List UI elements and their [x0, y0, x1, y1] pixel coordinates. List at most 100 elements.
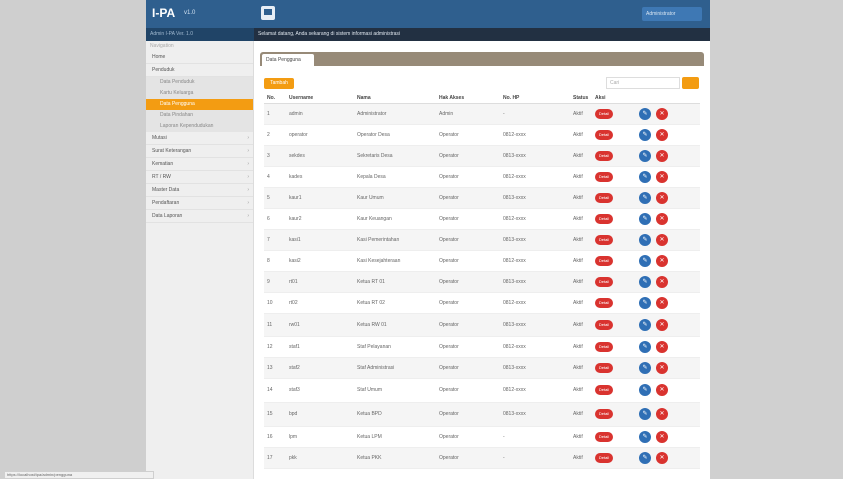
sidebar-item-home[interactable]: Home [146, 51, 253, 64]
delete-icon[interactable]: ✕ [656, 408, 668, 420]
tab-data-pengguna[interactable]: Data Pengguna [262, 54, 314, 66]
brand-title[interactable]: I-PA [152, 6, 175, 20]
delete-icon[interactable]: ✕ [656, 254, 668, 267]
delete-icon[interactable]: ✕ [656, 191, 668, 204]
sidebar-item-kematian[interactable]: Kematian › [146, 158, 253, 171]
edit-icon[interactable]: ✎ [639, 191, 651, 204]
search-input[interactable]: Cari [606, 77, 680, 89]
table-row[interactable]: 17 pkk Ketua PKK Operator - Aktif Detail ✎ ✕ [264, 447, 700, 469]
sidebar-item-rt-rw[interactable]: RT / RW › [146, 171, 253, 184]
sidebar-item-data-laporan[interactable]: Data Laporan › [146, 210, 253, 223]
delete-icon[interactable]: ✕ [656, 384, 668, 396]
table-row[interactable]: 12 staf1 Staf Pelayanan Operator 0812-xxxx Ak… [264, 336, 700, 358]
brand-bar[interactable]: I-PA v1.0 [146, 0, 254, 28]
user-menu-button[interactable]: Administrator [642, 7, 702, 21]
delete-icon[interactable]: ✕ [656, 430, 668, 443]
sidebar-item-penduduk[interactable]: Penduduk [146, 64, 253, 77]
delete-icon[interactable]: ✕ [656, 340, 668, 353]
delete-icon[interactable]: ✕ [656, 296, 668, 309]
cell-status: Aktif [570, 271, 592, 293]
detail-button[interactable]: Detail [595, 431, 613, 442]
sidebar-subitem-laporan-kependudukan[interactable]: Laporan Kependudukan [146, 121, 253, 132]
delete-icon[interactable]: ✕ [656, 212, 668, 225]
monitor-icon[interactable] [261, 6, 275, 20]
delete-icon[interactable]: ✕ [656, 128, 668, 141]
sidebar-item-mutasi[interactable]: Mutasi › [146, 132, 253, 145]
edit-icon[interactable]: ✎ [639, 361, 651, 374]
detail-button[interactable]: Detail [595, 192, 613, 203]
delete-icon[interactable]: ✕ [656, 107, 668, 120]
edit-icon[interactable]: ✎ [639, 384, 651, 396]
sidebar-subitem-kartu-keluarga[interactable]: Kartu Keluarga [146, 88, 253, 99]
detail-button[interactable]: Detail [595, 234, 613, 245]
edit-icon[interactable]: ✎ [639, 254, 651, 267]
panel-tabbar: Data Pengguna [260, 52, 704, 66]
table-row[interactable]: 13 staf2 Staf Administrasi Operator 0813-xxx… [264, 357, 700, 379]
column-header[interactable]: No. HP [500, 93, 570, 104]
column-header[interactable]: Aksi [592, 93, 700, 104]
table-row[interactable]: 4 kades Kepala Desa Operator 0812-xxxx Aktif D… [264, 166, 700, 188]
table-row[interactable]: 10 rt02 Ketua RT 02 Operator 0812-xxxx Aktif D… [264, 292, 700, 314]
edit-icon[interactable]: ✎ [639, 430, 651, 443]
table-row[interactable]: 1 admin Administrator Admin - Aktif Detail ✎ ✕ [264, 103, 700, 125]
table-row[interactable]: 9 rt01 Ketua RT 01 Operator 0813-xxxx Aktif De… [264, 271, 700, 293]
edit-icon[interactable]: ✎ [639, 318, 651, 331]
table-row[interactable]: 7 kasi1 Kasi Pemerintahan Operator 0813-xxxx… [264, 229, 700, 251]
users-table: No. Username Nama Hak Akses No. HP Status Aksi… [264, 93, 700, 469]
detail-button[interactable]: Detail [595, 319, 613, 330]
column-header[interactable]: Nama [354, 93, 436, 104]
delete-icon[interactable]: ✕ [656, 318, 668, 331]
search-button[interactable] [682, 77, 699, 89]
table-row[interactable]: 5 kaur1 Kaur Umum Operator 0813-xxxx Aktif Det… [264, 187, 700, 209]
sidebar-subitem-data-pengguna[interactable]: Data Pengguna [146, 99, 253, 110]
table-row[interactable]: 2 operator Operator Desa Operator 0812-xxxx A… [264, 124, 700, 146]
sidebar-item-pendaftaran[interactable]: Pendaftaran › [146, 197, 253, 210]
column-header[interactable]: Hak Akses [436, 93, 500, 104]
table-row[interactable]: 11 rw01 Ketua RW 01 Operator 0813-xxxx Aktif D… [264, 313, 700, 337]
delete-icon[interactable]: ✕ [656, 170, 668, 183]
edit-icon[interactable]: ✎ [639, 149, 651, 162]
table-row[interactable]: 3 sekdes Sekretaris Desa Operator 0813-xxxx A… [264, 145, 700, 167]
detail-button[interactable]: Detail [595, 171, 613, 182]
add-button[interactable]: Tambah [264, 78, 294, 89]
edit-icon[interactable]: ✎ [639, 128, 651, 141]
edit-icon[interactable]: ✎ [639, 275, 651, 288]
delete-icon[interactable]: ✕ [656, 361, 668, 374]
column-header[interactable]: Status [570, 93, 592, 104]
table-row[interactable]: 16 lpm Ketua LPM Operator - Aktif Detail ✎ ✕ [264, 426, 700, 448]
table-row[interactable]: 6 kaur2 Kaur Keuangan Operator 0812-xxxx Akti… [264, 208, 700, 230]
column-header[interactable]: Username [286, 93, 354, 104]
sidebar-item-surat-keterangan[interactable]: Surat Keterangan › [146, 145, 253, 158]
edit-icon[interactable]: ✎ [639, 107, 651, 120]
detail-button[interactable]: Detail [595, 362, 613, 373]
delete-icon[interactable]: ✕ [656, 451, 668, 464]
sidebar-item-master-data[interactable]: Master Data › [146, 184, 253, 197]
edit-icon[interactable]: ✎ [639, 212, 651, 225]
detail-button[interactable]: Detail [595, 297, 613, 308]
delete-icon[interactable]: ✕ [656, 233, 668, 246]
detail-button[interactable]: Detail [595, 108, 613, 119]
detail-button[interactable]: Detail [595, 129, 613, 140]
delete-icon[interactable]: ✕ [656, 149, 668, 162]
detail-button[interactable]: Detail [595, 385, 613, 395]
detail-button[interactable]: Detail [595, 409, 613, 419]
detail-button[interactable]: Detail [595, 150, 613, 161]
detail-button[interactable]: Detail [595, 341, 613, 352]
edit-icon[interactable]: ✎ [639, 408, 651, 420]
detail-button[interactable]: Detail [595, 276, 613, 287]
sidebar-subitem-data-penduduk[interactable]: Data Penduduk [146, 77, 253, 88]
table-row[interactable]: 14 staf3 Staf Umum Operator 0812-xxxx Aktif De… [264, 378, 700, 403]
edit-icon[interactable]: ✎ [639, 296, 651, 309]
detail-button[interactable]: Detail [595, 452, 613, 463]
edit-icon[interactable]: ✎ [639, 233, 651, 246]
delete-icon[interactable]: ✕ [656, 275, 668, 288]
column-header[interactable]: No. [264, 93, 286, 104]
edit-icon[interactable]: ✎ [639, 340, 651, 353]
edit-icon[interactable]: ✎ [639, 451, 651, 464]
detail-button[interactable]: Detail [595, 213, 613, 224]
edit-icon[interactable]: ✎ [639, 170, 651, 183]
table-row[interactable]: 15 bpd Ketua BPD Operator 0813-xxxx Aktif Deta… [264, 402, 700, 427]
table-row[interactable]: 8 kasi2 Kasi Kesejahteraan Operator 0812-xxx… [264, 250, 700, 272]
sidebar-subitem-data-pindahan[interactable]: Data Pindahan [146, 110, 253, 121]
detail-button[interactable]: Detail [595, 255, 613, 266]
